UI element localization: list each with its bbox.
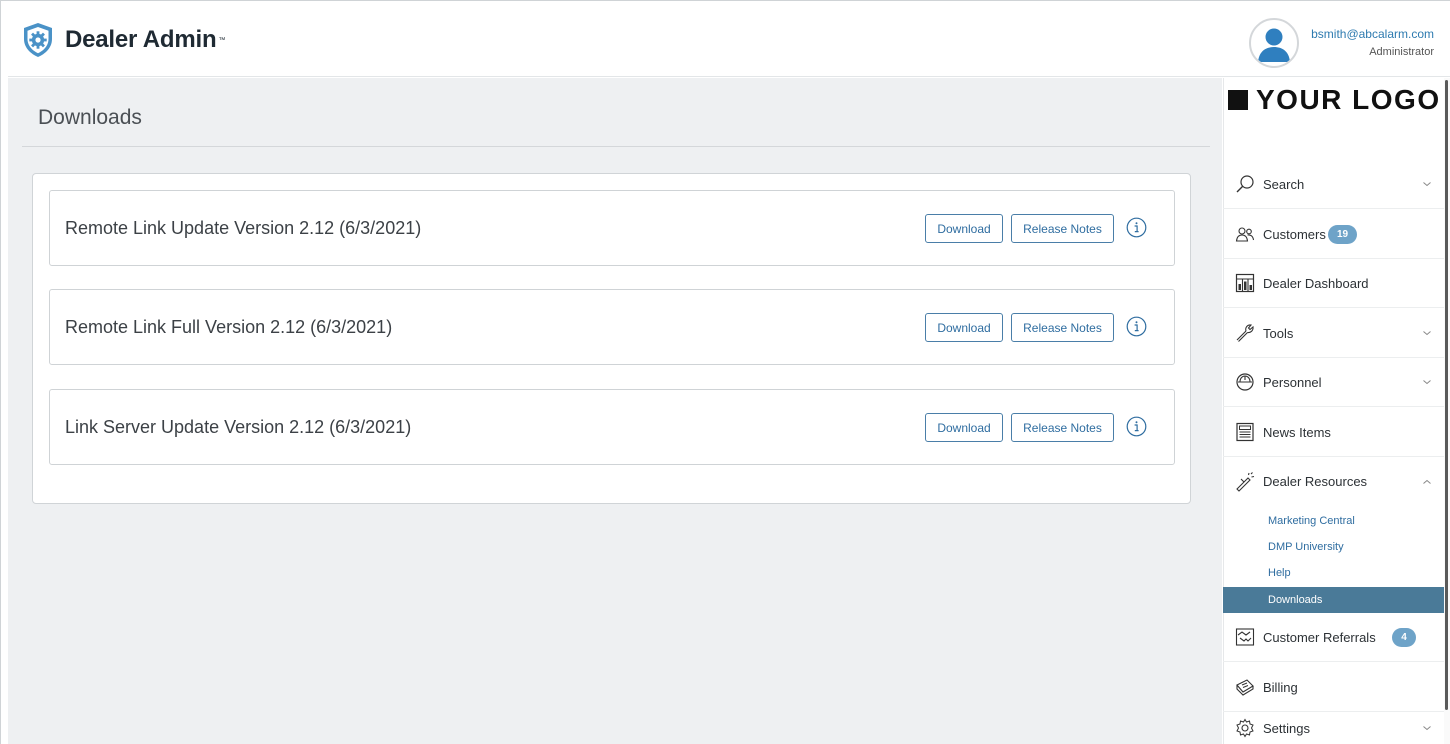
trademark: ™ [218,36,226,44]
sidebar-subitem-marketing-central[interactable]: Marketing Central [1223,508,1444,534]
download-row: Link Server Update Version 2.12 (6/3/202… [49,389,1175,465]
download-button[interactable]: Download [925,214,1003,243]
sidebar-subitem-label: Downloads [1268,594,1323,606]
info-icon[interactable] [1126,316,1147,337]
sidebar-subitem-label: Help [1268,567,1291,579]
megaphone-icon [1236,471,1255,492]
sidebar-item-customer-referrals[interactable]: Customer Referrals 4 [1223,613,1444,662]
sidebar-item-label: Customers [1263,226,1326,242]
release-notes-button[interactable]: Release Notes [1011,313,1114,342]
dashboard-icon [1235,273,1255,293]
sidebar-item-personnel[interactable]: Personnel [1223,358,1444,407]
page-title: Downloads [38,106,142,129]
sidebar-item-label: Settings [1263,720,1310,736]
sidebar-item-label: Search [1263,176,1305,192]
download-button[interactable]: Download [925,313,1003,342]
user-menu[interactable]: bsmith@abcalarm.com Administrator [1249,18,1434,68]
hard-hat-icon [1236,373,1254,391]
download-title: Remote Link Update Version 2.12 (6/3/202… [65,218,422,238]
dealer-logo-text: YOUR LOGO [1256,84,1441,115]
sidebar-item-customers[interactable]: Customers 19 [1223,210,1444,259]
app-title: Dealer Admin [65,26,217,53]
sidebar-subitem-downloads[interactable]: Downloads [1223,587,1444,613]
info-icon[interactable] [1126,217,1147,238]
top-bar: Dealer Admin ™ bsmith@abcalarm.com Admini… [8,8,1450,77]
user-role: Administrator [1369,46,1434,58]
sidebar-item-label: Dealer Dashboard [1263,275,1369,291]
billing-icon [1236,679,1254,696]
sidebar-item-dealer-resources[interactable]: Dealer Resources [1223,457,1444,506]
sidebar-item-label: News Items [1263,424,1331,440]
sidebar-item-settings[interactable]: Settings [1223,712,1444,744]
gear-icon [1236,718,1254,738]
chevron-down-icon [1423,726,1431,731]
sidebar-item-label: Customer Referrals [1263,629,1376,645]
chevron-down-icon [1423,331,1431,336]
logo-square-icon [1228,90,1248,110]
download-title: Remote Link Full Version 2.12 (6/3/2021) [65,317,393,337]
sidebar-item-search[interactable]: Search [1223,160,1444,209]
referrals-count-badge: 4 [1392,627,1416,647]
main-content: Downloads Remote Link Update Version 2.1… [8,78,1222,744]
shield-gear-icon [24,23,52,57]
sidebar-subitem-label: Marketing Central [1268,515,1355,527]
info-icon[interactable] [1126,416,1147,437]
user-avatar-icon[interactable] [1249,18,1300,68]
brand[interactable]: Dealer Admin ™ [22,22,225,58]
sidebar-item-label: Billing [1263,679,1298,695]
handshake-icon [1235,628,1255,646]
chevron-up-icon [1423,479,1431,484]
divider [22,146,1210,147]
scrollbar-thumb[interactable] [1445,80,1448,710]
sidebar-subitem-label: DMP University [1268,541,1344,553]
sidebar-item-label: Personnel [1263,374,1322,390]
user-email[interactable]: bsmith@abcalarm.com [1311,27,1434,41]
sidebar-item-tools[interactable]: Tools [1223,309,1444,358]
release-notes-button[interactable]: Release Notes [1011,413,1114,442]
release-notes-button[interactable]: Release Notes [1011,214,1114,243]
download-button[interactable]: Download [925,413,1003,442]
sidebar-item-label: Dealer Resources [1263,474,1368,489]
download-title: Link Server Update Version 2.12 (6/3/202… [65,417,412,437]
download-row: Remote Link Full Version 2.12 (6/3/2021)… [49,289,1175,365]
search-icon [1236,175,1254,193]
dealer-logo: YOUR LOGO [1228,84,1441,116]
sidebar-item-label: Tools [1263,325,1294,341]
sidebar-subitem-dmp-university[interactable]: DMP University [1223,534,1444,560]
download-row: Remote Link Update Version 2.12 (6/3/202… [49,190,1175,266]
sidebar-item-news-items[interactable]: News Items [1223,408,1444,457]
sidebar-item-billing[interactable]: Billing [1223,663,1444,712]
newspaper-icon [1236,422,1254,442]
sidebar-subitem-help[interactable]: Help [1223,560,1444,586]
wrench-icon [1236,324,1254,342]
sidebar-scrollbar[interactable] [1444,78,1450,744]
chevron-down-icon [1423,380,1431,385]
downloads-panel: Remote Link Update Version 2.12 (6/3/202… [32,173,1191,504]
sidebar-item-dealer-dashboard[interactable]: Dealer Dashboard [1223,259,1444,308]
customers-count-badge: 19 [1328,224,1357,244]
chevron-down-icon [1423,182,1431,187]
customers-icon [1235,227,1255,242]
